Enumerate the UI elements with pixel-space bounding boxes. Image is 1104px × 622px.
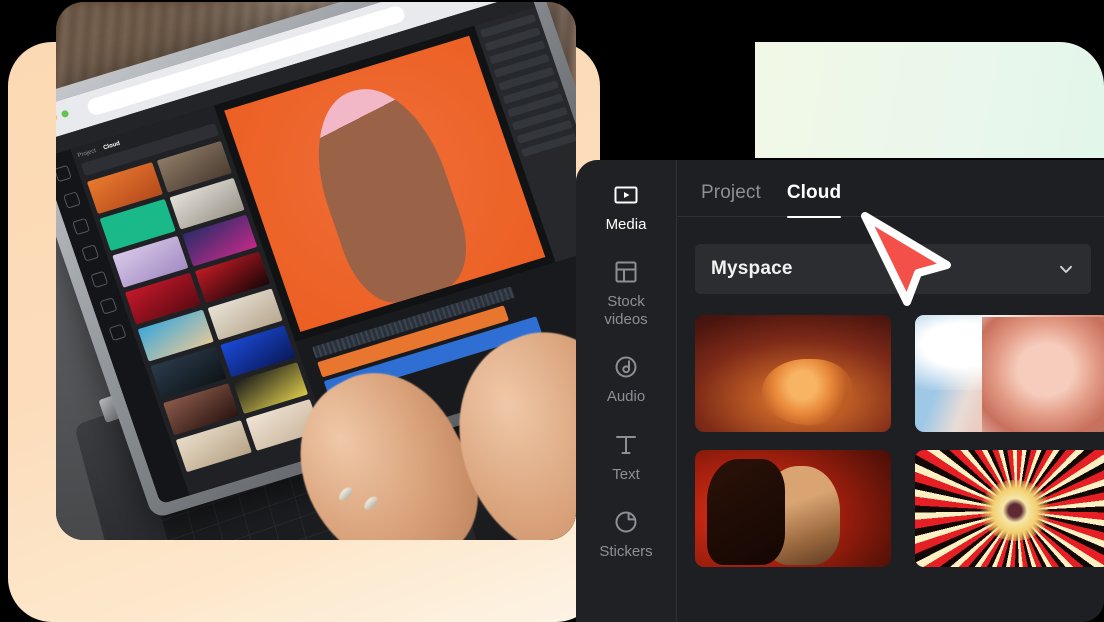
editor-preview-subject [293,72,482,313]
media-thumbnail-dahlia[interactable] [915,450,1104,567]
panel-content: Project Cloud Myspace [677,160,1104,622]
music-note-icon [613,354,639,380]
laptop-photo: Project Cloud [56,2,576,540]
sidebar-item-label-line1: Stock videos [604,293,648,328]
screenshot-root: Project Cloud Media Stock videos Audio T… [0,0,1104,622]
space-dropdown-value: Myspace [711,258,793,279]
media-panel: Media Stock videos Audio Text Stickers P… [576,160,1104,622]
sidebar-item-label: Text [612,465,640,483]
sticker-circle-icon [613,509,639,535]
sidebar-item-stock-videos[interactable]: Stock videos [576,259,676,328]
text-t-icon [613,432,639,458]
tab-cloud[interactable]: Cloud [786,182,842,218]
tab-project[interactable]: Project [701,182,761,218]
media-thumbnail-orange-rose[interactable] [695,315,891,432]
sidebar-item-audio[interactable]: Audio [576,354,676,405]
editor-tab-cloud: Cloud [102,140,121,152]
sidebar-item-label: Audio [606,388,646,406]
sidebar-item-label: Stickers [599,542,653,560]
media-play-icon [613,182,639,208]
space-dropdown[interactable]: Myspace [695,244,1091,294]
cloud-media-grid [695,315,1104,622]
sidebar-item-label: Media [605,216,647,233]
browser-window-dots [56,109,70,126]
media-thumbnail-pink-smoke[interactable] [915,315,1104,432]
decorative-green-panel [755,42,1104,158]
sidebar-item-text[interactable]: Text [576,432,676,483]
media-thumbnail-woman-gold[interactable] [695,450,891,567]
chevron-down-icon [1057,260,1075,278]
panel-sidebar: Media Stock videos Audio Text Stickers [576,160,677,622]
panel-tabs: Project Cloud [677,160,1104,218]
layout-grid-icon [613,259,639,285]
editor-tab-project: Project [77,148,97,160]
sidebar-item-media[interactable]: Media [576,182,676,233]
sidebar-item-stickers[interactable]: Stickers [576,509,676,560]
laptop-photo-card: Project Cloud [56,2,576,540]
